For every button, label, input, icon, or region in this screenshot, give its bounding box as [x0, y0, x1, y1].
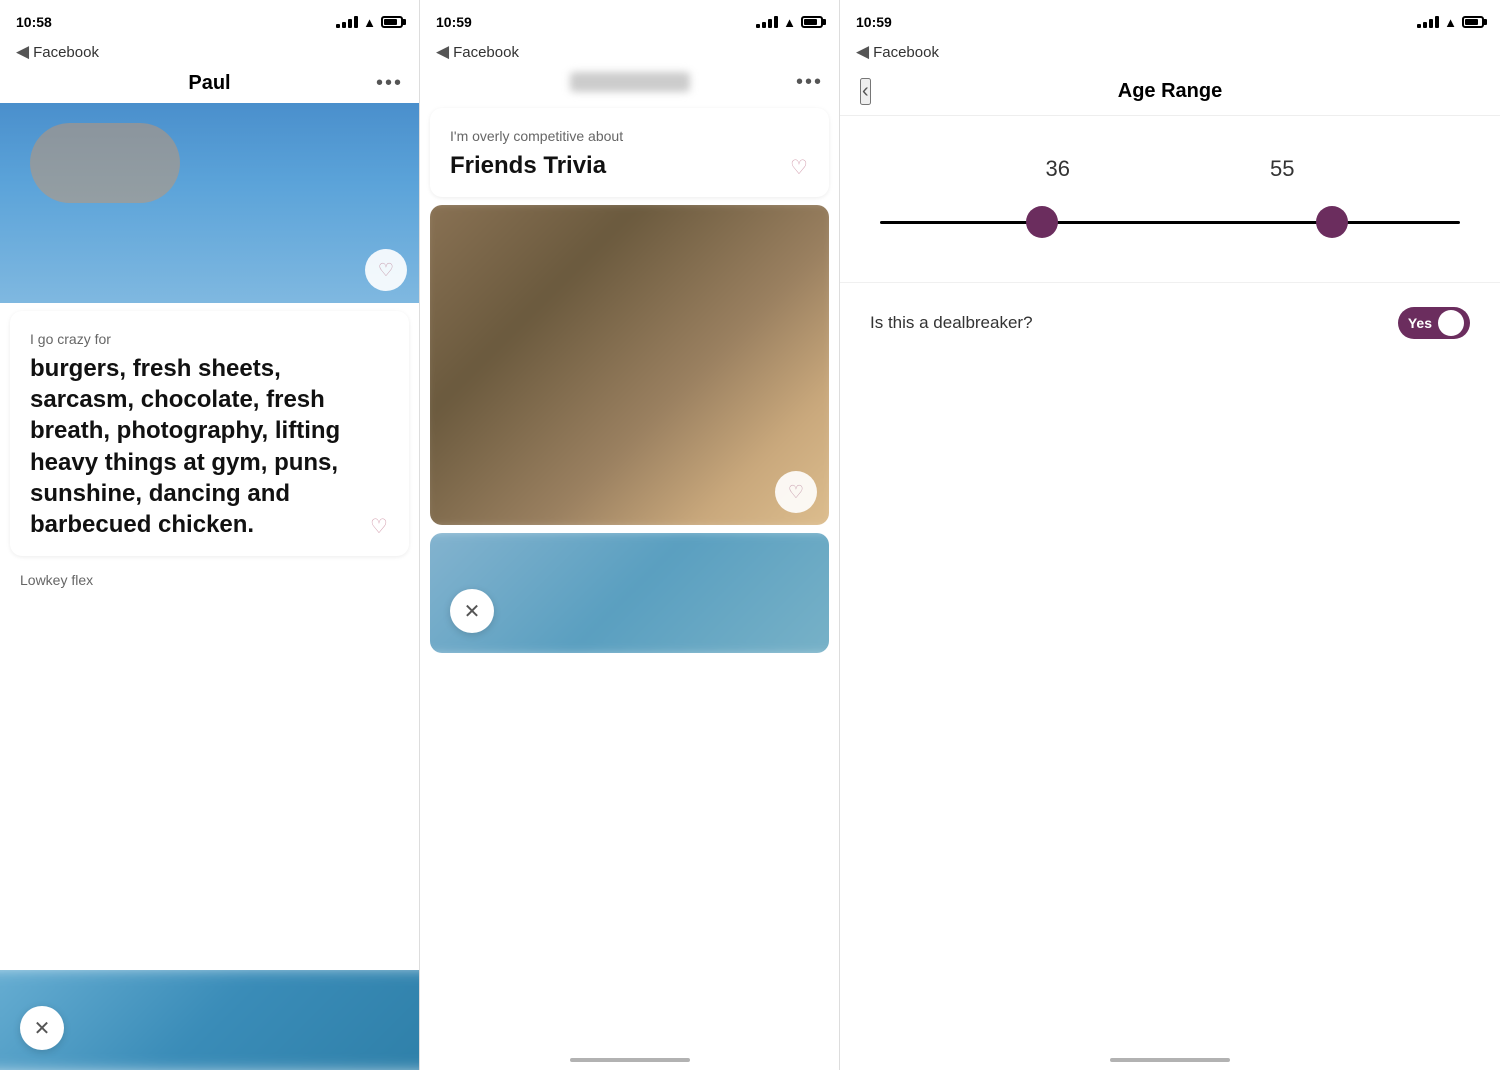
age-range-header: ‹ Age Range	[840, 68, 1500, 116]
back-chevron-button[interactable]: ‹	[860, 78, 871, 105]
battery-icon-2	[801, 16, 823, 28]
panel-1: 10:58 ▲ ◀ Facebook Paul ••• ♡ I go crazy…	[0, 0, 420, 1070]
status-bar-1: 10:58 ▲	[0, 0, 419, 40]
age-values-display: 36 55	[870, 156, 1470, 182]
close-button-2[interactable]: ✕	[450, 589, 494, 633]
battery-fill-2	[804, 19, 817, 25]
signal-bar-3-3	[1429, 19, 1433, 28]
back-nav-3[interactable]: ◀ Facebook	[840, 40, 1500, 68]
card-like-button-1[interactable]: ♡	[361, 508, 397, 544]
battery-icon-1	[381, 16, 403, 28]
toggle-yes-label: Yes	[1408, 315, 1432, 331]
card-like-button-2[interactable]: ♡	[781, 149, 817, 185]
panel-2: 10:59 ▲ ◀ Facebook ••• I'm overly compet…	[420, 0, 840, 1070]
back-arrow-2[interactable]: ◀	[436, 42, 449, 62]
prompt-answer-2: Friends Trivia	[450, 150, 809, 181]
signal-bar-1	[336, 24, 340, 28]
blurred-photo-3	[430, 533, 829, 653]
status-bar-2: 10:59 ▲	[420, 0, 839, 40]
battery-icon-3	[1462, 16, 1484, 28]
signal-bar-2-1	[756, 24, 760, 28]
slider-thumb-max[interactable]	[1316, 206, 1348, 238]
prompt-label-2: I'm overly competitive about	[450, 128, 809, 144]
age-min-value: 36	[1046, 156, 1070, 182]
signal-bar-2	[342, 22, 346, 28]
status-bar-3: 10:59 ▲	[840, 0, 1500, 40]
back-label-1[interactable]: Facebook	[33, 44, 99, 61]
toggle-circle	[1438, 310, 1464, 336]
like-button-1[interactable]: ♡	[365, 249, 407, 291]
back-label-3[interactable]: Facebook	[873, 44, 939, 61]
back-nav-1[interactable]: ◀ Facebook	[0, 40, 419, 68]
prompt-answer-1: burgers, fresh sheets, sarcasm, chocolat…	[30, 353, 389, 540]
signal-bar-4	[354, 16, 358, 28]
photo-like-button-2[interactable]: ♡	[775, 471, 817, 513]
age-range-content: 36 55	[840, 116, 1500, 282]
prompt-card-2: I'm overly competitive about Friends Tri…	[430, 108, 829, 197]
age-range-slider[interactable]	[880, 202, 1460, 242]
profile-photo-1: ♡	[0, 103, 419, 303]
signal-bars-2	[756, 16, 778, 28]
signal-bars-3	[1417, 16, 1439, 28]
wifi-icon-1: ▲	[363, 15, 376, 30]
battery-fill-3	[1465, 19, 1478, 25]
signal-bar-2-2	[762, 22, 766, 28]
signal-bar-3-4	[1435, 16, 1439, 28]
signal-bar-3-1	[1417, 24, 1421, 28]
dealbreaker-label: Is this a dealbreaker?	[870, 313, 1033, 333]
prompt-label-1: I go crazy for	[30, 331, 389, 347]
status-icons-1: ▲	[336, 15, 403, 30]
back-arrow-3[interactable]: ◀	[856, 42, 869, 62]
signal-bar-3	[348, 19, 352, 28]
dealbreaker-toggle[interactable]: Yes	[1398, 307, 1470, 339]
signal-bar-3-2	[1423, 22, 1427, 28]
home-bar-2	[570, 1058, 690, 1062]
home-bar-3	[1110, 1058, 1230, 1062]
wifi-icon-3: ▲	[1444, 15, 1457, 30]
slider-thumb-min[interactable]	[1026, 206, 1058, 238]
signal-bar-2-4	[774, 16, 778, 28]
wifi-icon-2: ▲	[783, 15, 796, 30]
slider-track	[880, 221, 1460, 224]
close-button-1[interactable]: ✕	[20, 1006, 64, 1050]
battery-fill-1	[384, 19, 397, 25]
status-time-3: 10:59	[856, 14, 892, 30]
blurred-photo-2	[430, 205, 829, 525]
bottom-strip-1: ✕	[0, 970, 419, 1070]
slider-fill	[1042, 221, 1332, 224]
signal-bars-1	[336, 16, 358, 28]
panel-3: 10:59 ▲ ◀ Facebook ‹ Age Range 36 55	[840, 0, 1500, 1070]
photo-card-3: ✕	[430, 533, 829, 653]
age-range-title: Age Range	[1118, 80, 1222, 103]
signal-bar-2-3	[768, 19, 772, 28]
status-time-1: 10:58	[16, 14, 52, 30]
more-dots-2[interactable]: •••	[796, 71, 823, 94]
photo-wrapper-2	[430, 205, 829, 525]
profile-header-2: •••	[420, 68, 839, 100]
prompt-card-1: I go crazy for burgers, fresh sheets, sa…	[10, 311, 409, 556]
back-nav-2[interactable]: ◀ Facebook	[420, 40, 839, 68]
status-time-2: 10:59	[436, 14, 472, 30]
back-arrow-1[interactable]: ◀	[16, 42, 29, 62]
profile-header-1: Paul •••	[0, 68, 419, 103]
blurred-profile-name	[570, 72, 690, 92]
dealbreaker-row: Is this a dealbreaker? Yes	[840, 282, 1500, 363]
status-icons-3: ▲	[1417, 15, 1484, 30]
age-max-value: 55	[1270, 156, 1294, 182]
profile-name-1: Paul	[188, 72, 230, 95]
more-dots-1[interactable]: •••	[376, 72, 403, 95]
profile-image-1	[0, 103, 419, 303]
status-icons-2: ▲	[756, 15, 823, 30]
prompt-label-lowkey: Lowkey flex	[0, 564, 419, 592]
back-label-2[interactable]: Facebook	[453, 44, 519, 61]
photo-card-2: ♡	[430, 205, 829, 525]
photo-wrapper-3	[430, 533, 829, 653]
